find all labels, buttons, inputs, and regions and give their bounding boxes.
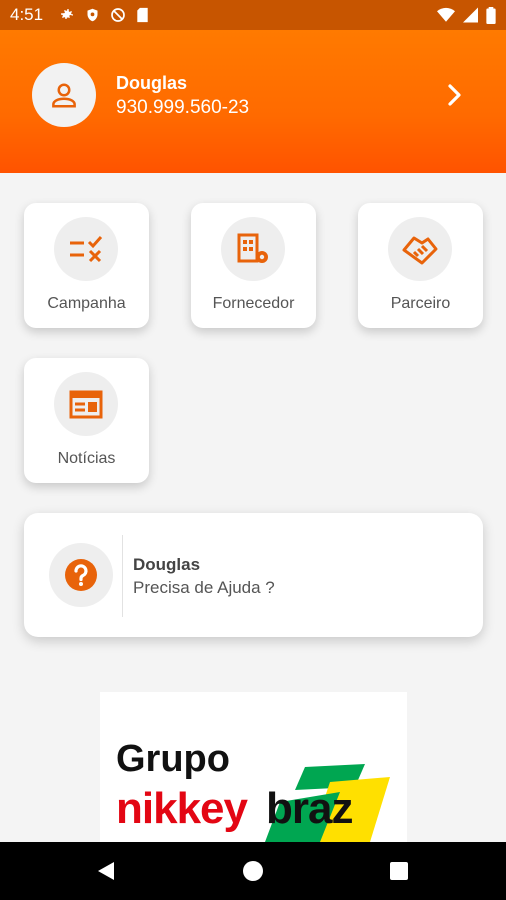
help-card[interactable]: Douglas Precisa de Ajuda ?	[24, 513, 483, 637]
logo-grupo: Grupo	[116, 738, 230, 780]
status-time: 4:51	[10, 5, 44, 24]
battery-icon	[486, 6, 496, 24]
back-icon[interactable]	[96, 861, 116, 881]
sd-card-icon	[137, 7, 148, 23]
help-icon-wrapper	[49, 543, 113, 607]
wifi-icon	[437, 7, 455, 22]
divider	[122, 535, 123, 617]
home-icon[interactable]	[243, 861, 263, 881]
tile-icon-wrapper	[54, 217, 118, 281]
tile-icon-wrapper	[388, 217, 452, 281]
status-left-icons	[59, 7, 149, 23]
user-icon	[52, 83, 76, 108]
avatar[interactable]	[32, 63, 96, 127]
list-check-icon	[70, 236, 103, 263]
building-gear-icon	[237, 233, 268, 263]
profile-header[interactable]: Douglas 930.999.560-23	[0, 30, 506, 173]
user-name: Douglas	[116, 73, 188, 93]
tile-fornecedor[interactable]: Fornecedor	[191, 203, 316, 328]
user-document-number: 930.999.560-23	[116, 97, 250, 118]
help-prompt: Precisa de Ajuda ?	[133, 578, 275, 597]
settings-icon	[61, 9, 74, 19]
tile-campanha[interactable]: Campanha	[24, 203, 149, 328]
tile-parceiro[interactable]: Parceiro	[358, 203, 483, 328]
chevron-right-icon[interactable]	[444, 82, 466, 108]
recent-apps-icon[interactable]	[390, 862, 408, 880]
tile-label: Fornecedor	[212, 295, 295, 312]
tile-label: Notícias	[57, 450, 116, 467]
tile-label: Campanha	[47, 295, 126, 312]
tile-noticias[interactable]: Notícias	[24, 358, 149, 483]
help-user-name: Douglas	[133, 555, 201, 574]
status-right-icons	[437, 6, 496, 24]
tile-icon-wrapper	[54, 372, 118, 436]
help-icon	[65, 559, 97, 591]
status-bar: 4:51	[0, 0, 506, 30]
handshake-icon	[402, 236, 438, 265]
shield-icon	[87, 8, 98, 22]
tile-label: Parceiro	[390, 295, 451, 312]
tile-icon-wrapper	[221, 217, 285, 281]
system-nav-bar	[0, 842, 506, 900]
newspaper-icon	[69, 390, 103, 419]
signal-icon	[463, 7, 478, 23]
logo-braz: braz	[266, 784, 353, 833]
company-logo: Grupo nikkey braz	[100, 692, 407, 842]
logo-nikkey: nikkey	[116, 784, 248, 833]
no-data-icon	[111, 8, 125, 22]
